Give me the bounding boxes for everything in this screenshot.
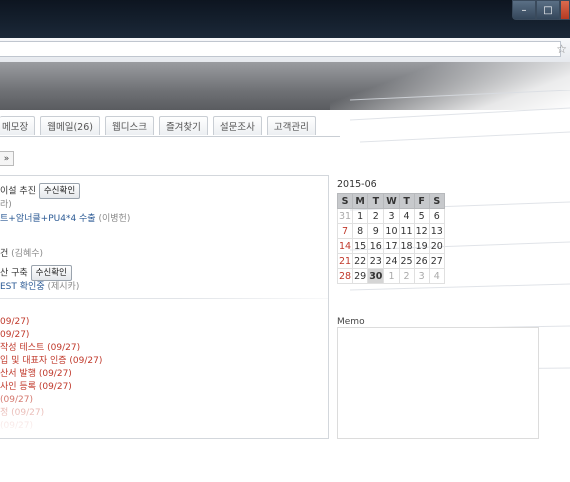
tab-survey[interactable]: 설문조사 [212,116,262,135]
calendar-day[interactable]: 9 [367,223,385,239]
calendar-week: 31 1 2 3 4 5 6 [336,208,445,224]
approval-person: (김혜수) [11,249,44,259]
module-tabs: 메모장 웹메일(26) 웹디스크 즐겨찾기 설문조사 고객관리 [0,116,321,136]
calendar-day[interactable]: 28 [336,268,354,284]
memo-label: Memo [337,317,365,327]
calendar-day[interactable]: 12 [413,223,430,239]
calendar-day[interactable]: 18 [398,238,415,254]
calendar-day[interactable]: 4 [428,268,445,284]
task-item[interactable]: 입 및 대표자 인증 (09/27) [0,355,328,368]
tab-customers[interactable]: 고객관리 [266,116,316,135]
calendar-day[interactable]: 27 [428,253,445,269]
tab-memo[interactable]: 메모장 [0,116,36,135]
calendar-day[interactable]: 15 [352,238,369,254]
approval-row-1[interactable]: 이설 추진 수신확인 [0,183,328,199]
calendar-week: 7 8 9 10 11 12 13 [336,223,445,239]
task-item[interactable]: 산서 발행 (09/27) [0,368,328,381]
maximize-icon[interactable]: □ [536,0,560,20]
approval-title[interactable]: EST 확인중 [0,282,45,292]
approval-person: (제시카) [47,282,80,292]
calendar-day[interactable]: 19 [413,238,430,254]
tab-favorites[interactable]: 즐겨찾기 [158,116,208,135]
approval-row-4[interactable]: 산 구축 수신확인 [0,265,328,281]
calendar-title: 2015-06 [337,179,377,190]
window-titlebar: – □ [0,0,570,38]
receipt-confirm-button[interactable]: 수신확인 [38,183,81,199]
calendar-week: 21 22 23 24 25 26 27 [336,253,445,269]
calendar-day[interactable]: 16 [367,238,385,254]
calendar-header-row: S M T W T F S [336,193,445,209]
task-item[interactable]: (09/27) [0,420,328,433]
task-item[interactable]: 사인 등록 (09/27) [0,381,328,394]
browser-toolbar: ☆ [0,38,570,63]
calendar-day[interactable]: 17 [383,238,400,254]
calendar-day[interactable]: 3 [383,208,400,224]
tab-webmail[interactable]: 웹메일(26) [40,116,100,135]
calendar-day[interactable]: 8 [352,223,369,239]
calendar-day[interactable]: 23 [367,253,385,269]
task-item[interactable]: 작성 테스트 (09/27) [0,342,328,355]
calendar-day[interactable]: 3 [413,268,430,284]
star-icon[interactable]: ☆ [556,42,567,56]
approval-row-5[interactable]: EST 확인중 (제시카) [0,281,328,294]
tab-webdisk[interactable]: 웹디스크 [104,116,154,135]
task-item[interactable]: 정 (09/27) [0,407,328,420]
approval-title[interactable]: 산 구축 [0,269,28,279]
memo-area[interactable] [337,327,539,439]
next-page-button[interactable]: » [0,151,14,166]
mini-calendar: S M T W T F S 31 1 2 3 4 5 6 7 8 9 10 11… [336,193,445,284]
calendar-week: 14 15 16 17 18 19 20 [336,238,445,254]
minimize-icon[interactable]: – [512,0,536,20]
calendar-day[interactable]: 2 [398,268,415,284]
calendar-day[interactable]: 29 [352,268,369,284]
calendar-day[interactable]: 26 [413,253,430,269]
task-item[interactable]: 09/27) [0,316,328,329]
task-item[interactable]: 09/27) [0,329,328,342]
calendar-day[interactable]: 7 [336,223,354,239]
banner-sheen [330,62,570,110]
tab-underline [0,136,340,137]
approval-title[interactable]: 트+암너클+PU4*4 수출 [0,214,96,224]
calendar-day-today[interactable]: 30 [367,268,385,284]
approval-subtext: 라) [0,200,12,210]
calendar-day[interactable]: 13 [428,223,445,239]
address-input[interactable] [0,41,561,57]
calendar-day[interactable]: 11 [398,223,415,239]
approval-row-2[interactable]: 트+암너클+PU4*4 수출 (이병헌) [0,213,328,226]
calendar-week: 28 29 30 1 2 3 4 [336,268,445,284]
weekday-header: M [352,193,369,209]
approval-title[interactable]: 이설 추진 [0,187,36,197]
weekday-header: S [336,193,354,209]
calendar-day[interactable]: 24 [383,253,400,269]
approval-person: (이병헌) [98,214,131,224]
calendar-day[interactable]: 31 [336,208,354,224]
calendar-day[interactable]: 1 [352,208,369,224]
calendar-day[interactable]: 20 [428,238,445,254]
calendar-day[interactable]: 21 [336,253,354,269]
calendar-day[interactable]: 10 [383,223,400,239]
weekday-header: T [367,193,385,209]
weekday-header: F [413,193,430,209]
approval-title[interactable]: 건 [0,249,8,259]
calendar-day[interactable]: 5 [413,208,430,224]
calendar-day[interactable]: 6 [428,208,445,224]
receipt-confirm-button[interactable]: 수신확인 [30,265,72,281]
close-icon[interactable] [560,0,570,20]
calendar-day[interactable]: 4 [398,208,415,224]
weekday-header: S [428,193,445,209]
calendar-day[interactable]: 2 [367,208,385,224]
weekday-header: T [398,193,415,209]
calendar-day[interactable]: 1 [383,268,400,284]
calendar-day[interactable]: 14 [336,238,354,254]
window-controls: – □ [512,0,570,20]
task-item[interactable]: (09/27) [0,394,328,407]
section-divider [0,298,328,299]
approval-panel: 이설 추진 수신확인 라) 트+암너클+PU4*4 수출 (이병헌) 건 (김혜… [0,175,329,439]
calendar-day[interactable]: 25 [398,253,415,269]
approval-row-3[interactable]: 건 (김혜수) [0,248,328,261]
calendar-day[interactable]: 22 [352,253,369,269]
weekday-header: W [383,193,400,209]
